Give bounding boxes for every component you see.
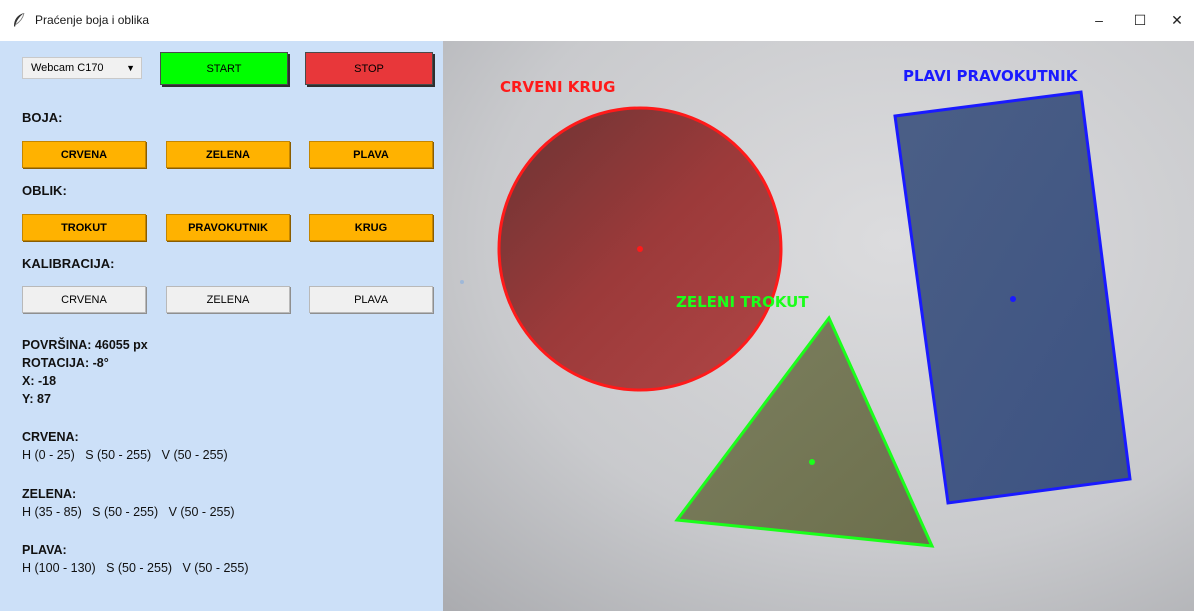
speck-dot bbox=[460, 280, 464, 284]
calibrate-red-button[interactable]: CRVENA bbox=[22, 286, 146, 313]
color-red-button[interactable]: CRVENA bbox=[22, 141, 146, 168]
chevron-down-icon[interactable]: ▼ bbox=[126, 58, 135, 78]
calibrate-green-button[interactable]: ZELENA bbox=[166, 286, 290, 313]
shape-circle-button[interactable]: KRUG bbox=[309, 214, 433, 241]
rotation-readout: ROTACIJA: -8° bbox=[22, 356, 109, 370]
y-readout: Y: 87 bbox=[22, 392, 51, 406]
shape-section-label: OBLIK: bbox=[22, 183, 67, 198]
green-range-values: H (35 - 85) S (50 - 255) V (50 - 255) bbox=[22, 505, 235, 519]
camera-frame: CRVENI KRUG PLAVI PRAVOKUTNIK ZELENI TRO… bbox=[443, 41, 1194, 611]
minimize-button[interactable]: – bbox=[1085, 8, 1113, 32]
close-button[interactable]: ✕ bbox=[1163, 8, 1191, 32]
green-triangle-center bbox=[809, 459, 815, 465]
green-range-title: ZELENA: bbox=[22, 487, 77, 501]
red-detection-label: CRVENI KRUG bbox=[500, 78, 615, 96]
blue-detection-label: PLAVI PRAVOKUTNIK bbox=[903, 67, 1079, 85]
color-blue-button[interactable]: PLAVA bbox=[309, 141, 433, 168]
camera-select-value: Webcam C170 bbox=[31, 62, 104, 74]
camera-select[interactable]: Webcam C170 ▼ bbox=[22, 57, 142, 79]
red-circle-center bbox=[637, 246, 643, 252]
calibration-section-label: KALIBRACIJA: bbox=[22, 256, 115, 271]
blue-range-title: PLAVA: bbox=[22, 543, 67, 557]
red-range-title: CRVENA: bbox=[22, 430, 79, 444]
maximize-button[interactable]: ☐ bbox=[1126, 8, 1154, 32]
calibrate-blue-button[interactable]: PLAVA bbox=[309, 286, 433, 313]
color-green-button[interactable]: ZELENA bbox=[166, 141, 290, 168]
feather-icon bbox=[14, 12, 25, 27]
stop-button[interactable]: STOP bbox=[305, 52, 433, 85]
window-title: Praćenje boja i oblika bbox=[35, 13, 150, 27]
blue-rectangle-center bbox=[1010, 296, 1016, 302]
title-bar: Praćenje boja i oblika – ☐ ✕ bbox=[0, 0, 1194, 42]
shape-rectangle-button[interactable]: PRAVOKUTNIK bbox=[166, 214, 290, 241]
start-button[interactable]: START bbox=[160, 52, 288, 85]
blue-range-values: H (100 - 130) S (50 - 255) V (50 - 255) bbox=[22, 561, 249, 575]
x-readout: X: -18 bbox=[22, 374, 57, 388]
camera-feed: CRVENI KRUG PLAVI PRAVOKUTNIK ZELENI TRO… bbox=[443, 41, 1194, 611]
green-detection-label: ZELENI TROKUT bbox=[676, 293, 809, 311]
area-readout: POVRŠINA: 46055 px bbox=[22, 338, 148, 352]
color-section-label: BOJA: bbox=[22, 110, 63, 125]
red-range-values: H (0 - 25) S (50 - 255) V (50 - 255) bbox=[22, 448, 228, 462]
shape-triangle-button[interactable]: TROKUT bbox=[22, 214, 146, 241]
control-panel: Webcam C170 ▼ START STOP BOJA: CRVENA ZE… bbox=[0, 41, 443, 611]
